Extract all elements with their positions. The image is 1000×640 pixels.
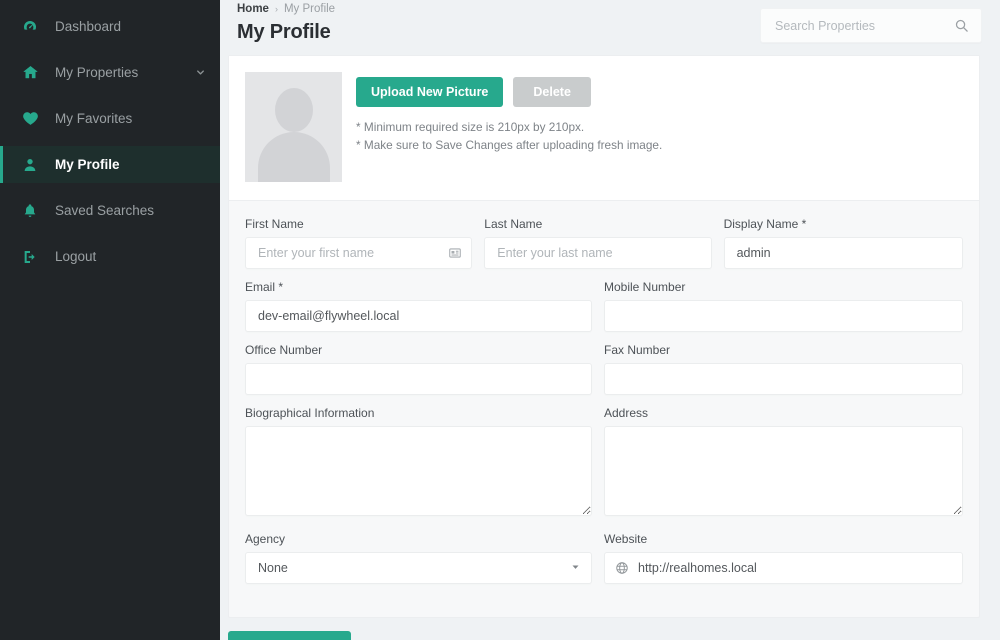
website-label: Website — [604, 532, 648, 546]
breadcrumb-current: My Profile — [283, 3, 336, 15]
form-row-office-fax: Office Number Fax Number — [245, 343, 963, 395]
address-textarea[interactable] — [604, 426, 963, 516]
home-icon — [20, 63, 40, 83]
main-content: Home › My Profile My Profile Search Prop… — [220, 0, 1000, 640]
field-email: Email * — [245, 280, 604, 332]
sidebar-item-label: Logout — [55, 249, 97, 264]
sidebar-item-label: My Favorites — [55, 111, 133, 126]
profile-card: Upload New Picture Delete * Minimum requ… — [228, 55, 980, 618]
profile-picture-section: Upload New Picture Delete * Minimum requ… — [229, 56, 979, 201]
address-label: Address — [604, 406, 649, 420]
field-display-name: Display Name * — [723, 217, 963, 269]
field-last-name: Last Name — [484, 217, 723, 269]
breadcrumb-home[interactable]: Home — [237, 2, 269, 16]
display-name-label: Display Name * — [723, 217, 807, 231]
display-name-input[interactable] — [723, 237, 963, 269]
upload-new-picture-button[interactable]: Upload New Picture — [356, 77, 504, 107]
fax-number-input[interactable] — [604, 363, 963, 395]
website-input[interactable] — [604, 552, 963, 584]
mobile-number-input[interactable] — [604, 300, 963, 332]
profile-form: First Name Enter your first name Last Na… — [229, 201, 979, 617]
mobile-number-label: Mobile Number — [604, 280, 686, 294]
chevron-down-icon[interactable] — [195, 67, 206, 78]
agency-label: Agency — [245, 532, 286, 546]
user-icon — [20, 155, 40, 175]
form-row-agency-website: Agency None Website http://realhomes.loc… — [245, 532, 963, 584]
avatar-head-shape — [274, 88, 313, 132]
avatar — [245, 72, 342, 182]
biographical-information-label: Biographical Information — [245, 406, 375, 420]
app-root: Dashboard My Properties My Favorites My … — [0, 0, 1000, 640]
breadcrumb-separator: › — [274, 4, 278, 14]
save-changes-button[interactable]: Save Changes — [228, 631, 351, 640]
sidebar-item-label: Dashboard — [55, 19, 122, 34]
first-name-label: First Name — [245, 217, 304, 231]
email-input[interactable] — [245, 300, 592, 332]
picture-actions: Upload New Picture Delete * Minimum requ… — [342, 72, 662, 182]
breadcrumb: Home › My Profile — [237, 2, 335, 16]
fax-number-label: Fax Number — [604, 343, 671, 357]
biographical-information-textarea[interactable] — [245, 426, 592, 516]
picture-hint-size: * Minimum required size is 210px by 210p… — [356, 120, 585, 134]
sidebar-item-saved-searches[interactable]: Saved Searches — [0, 192, 220, 229]
picture-hint-save: * Make sure to Save Changes after upload… — [356, 138, 663, 152]
search-input[interactable] — [773, 17, 954, 34]
field-office-number: Office Number — [245, 343, 604, 395]
form-footer: Save Changes — [220, 618, 1000, 640]
office-number-label: Office Number — [245, 343, 323, 357]
field-address: Address — [604, 406, 963, 521]
field-agency: Agency None — [245, 532, 604, 584]
form-row-names: First Name Enter your first name Last Na… — [245, 217, 963, 269]
field-first-name: First Name — [245, 217, 484, 269]
last-name-label: Last Name — [484, 217, 543, 231]
sidebar-item-label: Saved Searches — [55, 203, 155, 218]
dashboard-icon — [20, 17, 40, 37]
sidebar-item-label: My Profile — [55, 157, 120, 172]
search-properties-box[interactable] — [760, 8, 982, 43]
field-website: Website — [604, 532, 963, 584]
office-number-input[interactable] — [245, 363, 592, 395]
form-row-email-mobile: Email * Mobile Number — [245, 280, 963, 332]
page-title: My Profile — [237, 21, 331, 43]
sidebar-item-dashboard[interactable]: Dashboard — [0, 8, 220, 45]
avatar-body-shape — [257, 132, 330, 182]
delete-picture-button[interactable]: Delete — [513, 77, 591, 107]
sidebar-item-my-profile[interactable]: My Profile — [0, 146, 220, 183]
search-icon[interactable] — [954, 18, 969, 33]
heart-icon — [20, 109, 40, 129]
field-biographical-information: Biographical Information — [245, 406, 604, 521]
field-mobile-number: Mobile Number — [604, 280, 963, 332]
sidebar-item-my-favorites[interactable]: My Favorites — [0, 100, 220, 137]
sidebar-item-logout[interactable]: Logout — [0, 238, 220, 275]
topbar: Home › My Profile My Profile — [220, 0, 1000, 55]
logout-icon — [20, 247, 40, 267]
bell-icon — [20, 201, 40, 221]
last-name-input[interactable] — [484, 237, 712, 269]
form-row-bio-address: Biographical Information Address — [245, 406, 963, 521]
field-fax-number: Fax Number — [604, 343, 963, 395]
email-label: Email * — [245, 280, 284, 294]
picture-hints: * Minimum required size is 210px by 210p… — [356, 118, 662, 154]
agency-select[interactable]: None — [245, 552, 592, 584]
sidebar-item-label: My Properties — [55, 65, 139, 80]
sidebar-item-my-properties[interactable]: My Properties — [0, 54, 220, 91]
header-text-block: Home › My Profile My Profile — [228, 0, 335, 44]
sidebar: Dashboard My Properties My Favorites My … — [0, 0, 220, 640]
picture-button-row: Upload New Picture Delete — [356, 77, 662, 107]
first-name-input[interactable] — [245, 237, 473, 269]
